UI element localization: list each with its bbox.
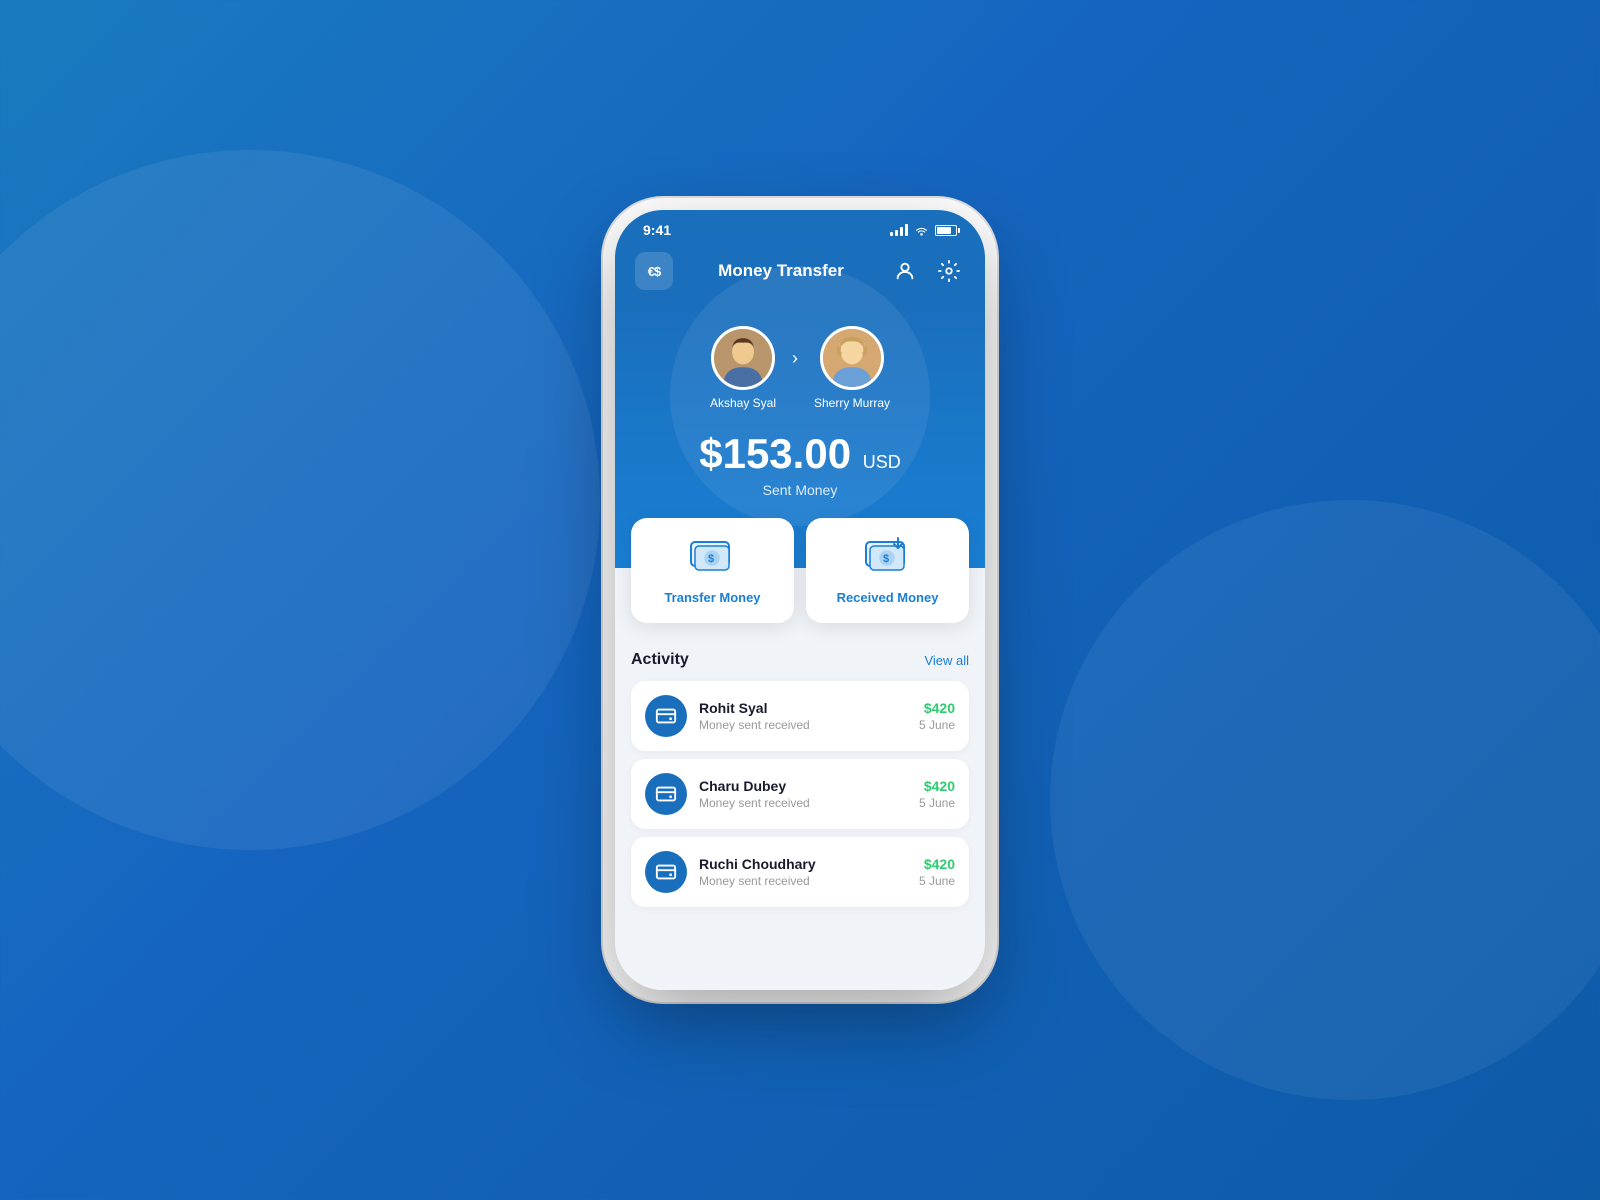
activity-amount-wrap-0: $420 5 June bbox=[919, 700, 955, 732]
amount-value: $153.00 USD bbox=[699, 430, 901, 478]
svg-text:$: $ bbox=[708, 553, 714, 565]
activity-title: Activity bbox=[631, 651, 689, 669]
header-actions bbox=[889, 255, 965, 287]
receiver-name: Sherry Murray bbox=[814, 396, 890, 410]
status-icons bbox=[890, 224, 957, 236]
activity-info-0: Rohit Syal Money sent received bbox=[699, 700, 907, 732]
status-time: 9:41 bbox=[643, 222, 671, 238]
sender-avatar-wrap: Akshay Syal bbox=[710, 326, 776, 410]
view-all-button[interactable]: View all bbox=[924, 653, 969, 668]
activity-name-0: Rohit Syal bbox=[699, 700, 907, 716]
receiver-avatar bbox=[820, 326, 884, 390]
activity-amount-wrap-1: $420 5 June bbox=[919, 778, 955, 810]
activity-desc-2: Money sent received bbox=[699, 874, 907, 888]
activity-item-2[interactable]: Ruchi Choudhary Money sent received $420… bbox=[631, 837, 969, 907]
wallet-icon-2 bbox=[655, 861, 677, 883]
activity-date-1: 5 June bbox=[919, 796, 955, 810]
amount-currency: USD bbox=[863, 452, 901, 472]
activity-item-0[interactable]: Rohit Syal Money sent received $420 5 Ju… bbox=[631, 681, 969, 751]
wifi-icon bbox=[914, 224, 929, 236]
transfer-money-card[interactable]: $ Transfer Money bbox=[631, 518, 794, 623]
bg-decoration-left bbox=[0, 150, 600, 850]
activity-desc-1: Money sent received bbox=[699, 796, 907, 810]
wallet-icon-1 bbox=[655, 783, 677, 805]
bg-decoration-right bbox=[1050, 500, 1600, 1100]
activity-header: Activity View all bbox=[631, 651, 969, 669]
amount-display: $153.00 USD Sent Money bbox=[699, 430, 901, 498]
wallet-icon-0 bbox=[655, 705, 677, 727]
activity-date-2: 5 June bbox=[919, 874, 955, 888]
activity-amount-wrap-2: $420 5 June bbox=[919, 856, 955, 888]
transfer-avatars: Akshay Syal › Sherry Murray bbox=[710, 326, 890, 410]
activity-avatar-0 bbox=[645, 695, 687, 737]
activity-info-2: Ruchi Choudhary Money sent received bbox=[699, 856, 907, 888]
received-money-icon: $ bbox=[864, 536, 912, 580]
status-bar: 9:41 bbox=[615, 210, 985, 244]
received-money-card[interactable]: $ Received Money bbox=[806, 518, 969, 623]
activity-date-0: 5 June bbox=[919, 718, 955, 732]
signal-icon bbox=[890, 224, 908, 236]
svg-text:$: $ bbox=[883, 553, 889, 565]
activity-info-1: Charu Dubey Money sent received bbox=[699, 778, 907, 810]
sender-avatar bbox=[711, 326, 775, 390]
received-money-label: Received Money bbox=[837, 590, 939, 605]
battery-icon bbox=[935, 225, 957, 236]
transfer-arrow-icon: › bbox=[792, 348, 798, 369]
amount-label: Sent Money bbox=[699, 482, 901, 498]
activity-list: Rohit Syal Money sent received $420 5 Ju… bbox=[631, 681, 969, 907]
activity-item-1[interactable]: Charu Dubey Money sent received $420 5 J… bbox=[631, 759, 969, 829]
activity-amount-0: $420 bbox=[919, 700, 955, 716]
action-cards: $ Transfer Money $ Received Money bbox=[615, 518, 985, 623]
settings-button[interactable] bbox=[933, 255, 965, 287]
app-logo: €$ bbox=[635, 252, 673, 290]
phone-frame: 9:41 €$ Money Transfer bbox=[615, 210, 985, 990]
activity-name-1: Charu Dubey bbox=[699, 778, 907, 794]
activity-avatar-1 bbox=[645, 773, 687, 815]
activity-desc-0: Money sent received bbox=[699, 718, 907, 732]
profile-button[interactable] bbox=[889, 255, 921, 287]
activity-avatar-2 bbox=[645, 851, 687, 893]
receiver-avatar-wrap: Sherry Murray bbox=[814, 326, 890, 410]
activity-amount-2: $420 bbox=[919, 856, 955, 872]
transfer-money-icon: $ bbox=[689, 536, 737, 580]
activity-amount-1: $420 bbox=[919, 778, 955, 794]
sender-name: Akshay Syal bbox=[710, 396, 776, 410]
activity-section: Activity View all Rohit Syal Money sent … bbox=[615, 635, 985, 990]
activity-name-2: Ruchi Choudhary bbox=[699, 856, 907, 872]
transfer-money-label: Transfer Money bbox=[664, 590, 760, 605]
